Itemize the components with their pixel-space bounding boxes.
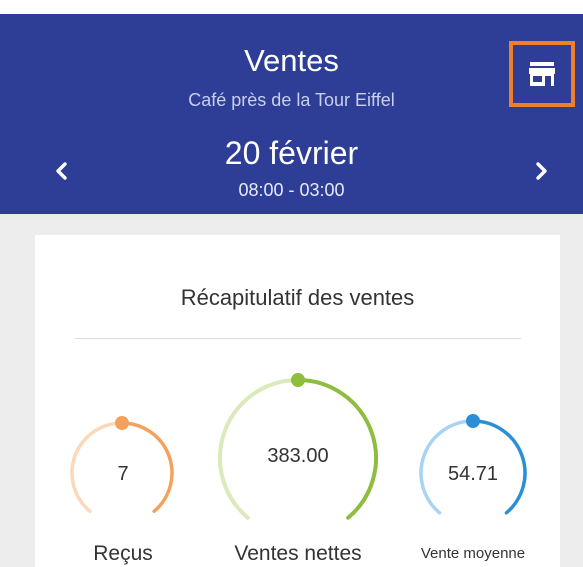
receipts-label: Reçus <box>93 542 153 565</box>
net-sales-value: 383.00 <box>267 445 329 467</box>
net-sales-label: Ventes nettes <box>234 542 362 565</box>
date-label: 20 février <box>224 135 359 171</box>
app-header: Ventes Café près de la Tour Eiffel 20 fé… <box>0 14 583 214</box>
sales-summary-card: Récapitulatif des ventes <box>35 235 560 567</box>
average-sale-label: Vente moyenne <box>420 545 526 562</box>
sales-screen: Ventes Café près de la Tour Eiffel 20 fé… <box>0 0 583 567</box>
summary-title: Récapitulatif des ventes <box>180 285 415 310</box>
next-day-button[interactable] <box>527 156 557 186</box>
receipts-value: 7 <box>117 463 129 485</box>
hours-range: 08:00 - 03:00 <box>238 180 345 200</box>
average-sale-value: 54.71 <box>447 463 499 485</box>
store-name: Café près de la Tour Eiffel <box>188 90 395 110</box>
store-button[interactable] <box>509 41 575 107</box>
chevron-right-icon <box>536 162 547 180</box>
summary-divider <box>75 338 521 339</box>
status-strip <box>0 0 583 14</box>
page-title: Ventes <box>244 43 339 78</box>
store-icon <box>529 62 555 86</box>
